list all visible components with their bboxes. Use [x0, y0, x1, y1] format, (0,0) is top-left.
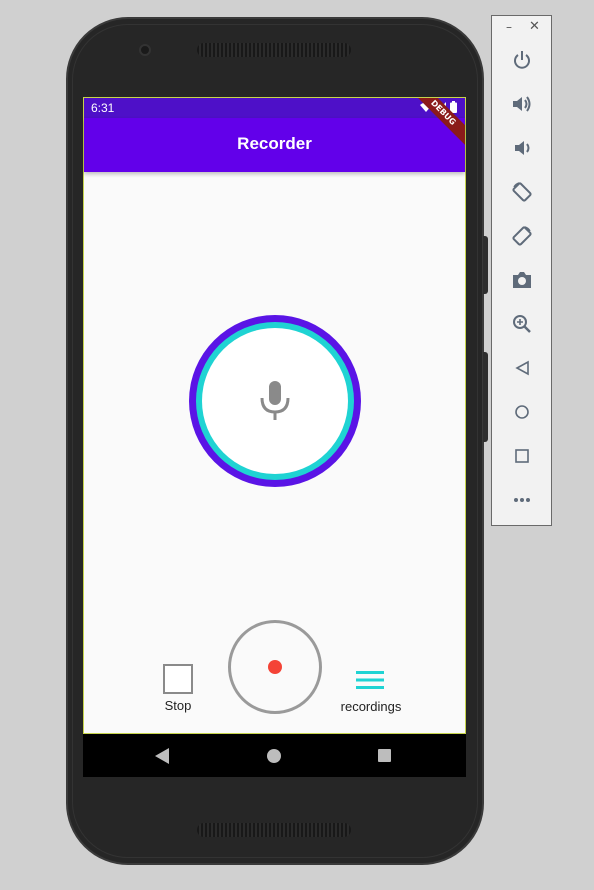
record-button[interactable] [228, 620, 322, 714]
zoom-button[interactable] [510, 312, 534, 336]
top-speaker-grille [197, 43, 351, 57]
status-time: 6:31 [91, 101, 115, 115]
microphone-core [202, 328, 348, 474]
microphone-icon [260, 381, 290, 420]
overview-button[interactable] [510, 444, 534, 468]
rotate-left-icon [512, 182, 532, 202]
recordings-label: recordings [340, 699, 402, 714]
home-icon [515, 405, 529, 419]
microphone-visualizer[interactable] [189, 315, 361, 487]
list-menu-icon [356, 671, 384, 689]
record-dot-icon [268, 660, 282, 674]
stop-icon [163, 664, 193, 694]
power-icon [514, 51, 530, 69]
phone-screen: 6:31 Recorder DEBUG Stop recordings [83, 97, 466, 777]
more-button[interactable] [510, 488, 534, 512]
overview-icon [515, 449, 529, 463]
camera-icon [513, 272, 531, 288]
screenshot-button[interactable] [510, 268, 534, 292]
microphone-inner-ring [196, 322, 354, 480]
rotate-left-button[interactable] [510, 180, 534, 204]
close-icon[interactable]: ✕ [529, 19, 540, 34]
volume-side-button[interactable] [483, 352, 488, 442]
power-side-button[interactable] [483, 236, 488, 294]
volume-down-button[interactable] [510, 136, 534, 160]
power-button[interactable] [510, 48, 534, 72]
more-icon [514, 498, 530, 502]
app-window: 6:31 Recorder DEBUG Stop recordings [83, 97, 466, 734]
minimize-icon[interactable]: – [506, 20, 512, 34]
rotate-right-button[interactable] [510, 224, 534, 248]
nav-back-icon[interactable] [155, 748, 169, 764]
stop-button[interactable]: Stop [160, 664, 196, 724]
volume-up-icon [513, 96, 531, 112]
front-camera [139, 44, 151, 56]
debug-banner-container: DEBUG [405, 98, 465, 158]
nav-overview-icon[interactable] [378, 749, 391, 762]
volume-down-icon [515, 141, 530, 155]
debug-banner: DEBUG [405, 98, 465, 154]
emulator-window-controls: – ✕ [492, 16, 551, 40]
bottom-speaker-grille [197, 823, 351, 837]
back-icon [515, 360, 529, 376]
rotate-right-icon [512, 226, 532, 246]
android-nav-bar [83, 734, 466, 777]
emulator-toolbar: – ✕ [491, 15, 552, 526]
recordings-button[interactable]: recordings [332, 664, 412, 724]
volume-up-button[interactable] [510, 92, 534, 116]
nav-home-icon[interactable] [267, 749, 281, 763]
back-button[interactable] [510, 356, 534, 380]
home-button[interactable] [510, 400, 534, 424]
stop-label: Stop [164, 698, 192, 713]
zoom-icon [513, 315, 531, 333]
